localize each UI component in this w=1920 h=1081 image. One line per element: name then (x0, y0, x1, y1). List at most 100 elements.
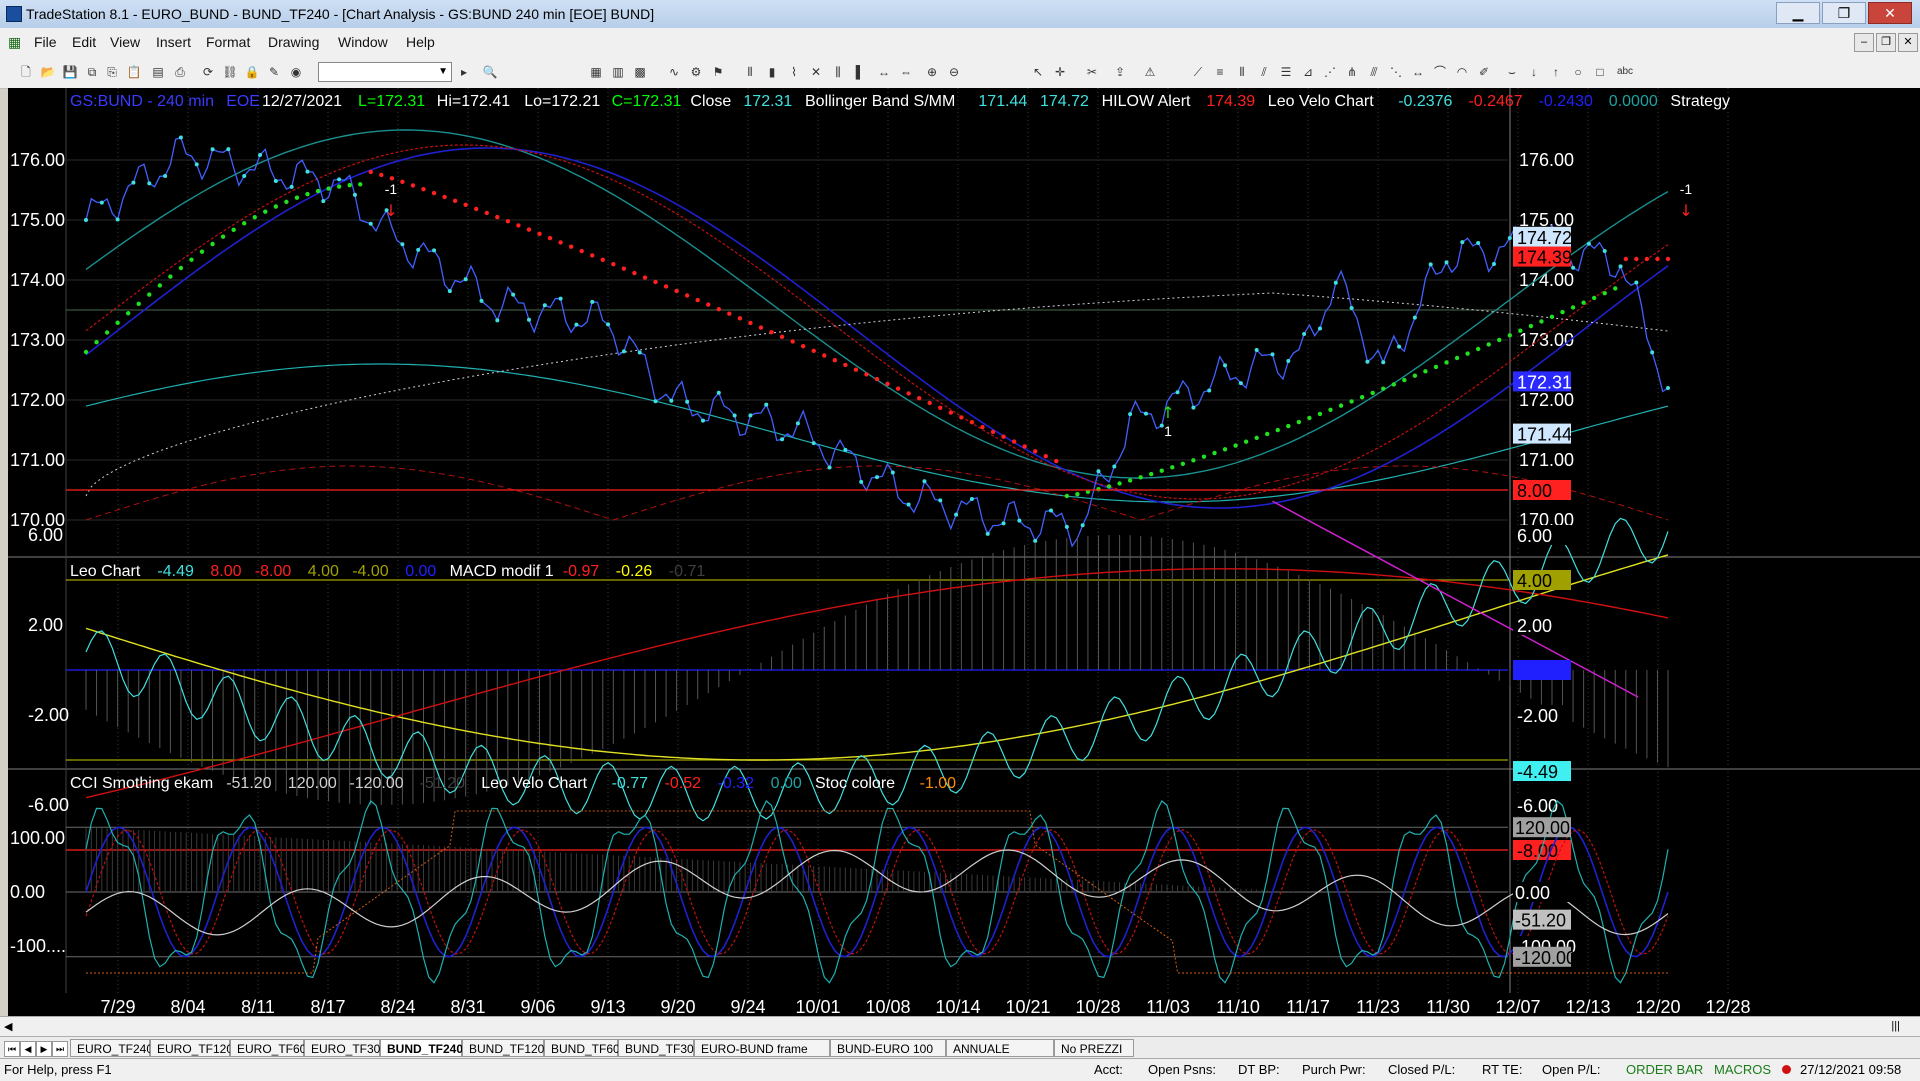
tab-euro-tf240[interactable]: EURO_TF240 (70, 1039, 153, 1057)
compress-icon[interactable]: ↔ (876, 64, 892, 80)
vline-icon[interactable]: ⦀ (1234, 64, 1250, 80)
close-price-dot (526, 317, 531, 322)
fib-icon[interactable]: ☰ (1278, 64, 1294, 80)
tab-euro-tf60[interactable]: EURO_TF60 (230, 1039, 306, 1057)
menu-window[interactable]: Window (338, 34, 388, 50)
arc-icon[interactable]: ◠ (1454, 64, 1470, 80)
ellipse-icon[interactable]: ○ (1570, 64, 1586, 80)
expand-icon[interactable]: ⇔ (898, 64, 914, 80)
point-figure-icon[interactable]: ✕ (808, 64, 824, 80)
paste-icon[interactable]: 📋 (126, 64, 142, 80)
range-icon[interactable]: ↔ (1410, 64, 1426, 80)
tab-prev-icon[interactable]: ◀ (20, 1041, 36, 1057)
lock-icon[interactable]: 🔒 (244, 64, 260, 80)
chart-canvas[interactable]: 7/29 8/04 8/11 8/17 8/24 8/31 9/06 9/13 9/20 9/24… (8, 88, 1920, 1016)
andrews-icon[interactable]: ⋔ (1344, 64, 1360, 80)
tab-euro-bund-frame-bassi[interactable]: EURO-BUND frame bassi (694, 1039, 830, 1074)
format-icon[interactable]: ⚑ (710, 64, 726, 80)
tab-euro-tf120[interactable]: EURO_TF120 (150, 1039, 233, 1057)
refresh-icon[interactable]: ⟳ (200, 64, 216, 80)
price-header-item: Strategy (1670, 93, 1730, 110)
menu-file[interactable]: File (34, 34, 57, 50)
matrix-icon[interactable]: ▩ (632, 64, 648, 80)
zoom-in-icon[interactable]: ⊕ (924, 64, 940, 80)
new-window-icon[interactable]: ⧉ (84, 64, 100, 80)
save-icon[interactable]: 💾 (62, 64, 78, 80)
chart-analysis-icon[interactable]: ▦ (588, 64, 604, 80)
tab-bund-tf240[interactable]: BUND_TF240 (380, 1039, 463, 1057)
symbol-lookup-icon[interactable]: 🔍 (482, 64, 498, 80)
pointer-icon[interactable]: ↖ (1030, 64, 1046, 80)
tab-no-prezzi-2[interactable]: No PREZZI 2 (1054, 1039, 1134, 1074)
hilow-alert-dot (1286, 423, 1291, 429)
print-preview-icon[interactable]: ▤ (150, 64, 166, 80)
rectangle-icon[interactable]: □ (1592, 64, 1608, 80)
cycle-icon[interactable]: ⌒ (1432, 64, 1448, 80)
brush-icon[interactable]: ✎ (266, 64, 282, 80)
crosshair-icon[interactable]: ✛ (1052, 64, 1068, 80)
speed-lines-icon[interactable]: ⋰ (1322, 64, 1338, 80)
order-bar-button[interactable]: ORDER BAR (1626, 1062, 1703, 1077)
hline-icon[interactable]: ≡ (1212, 64, 1228, 80)
pen-icon[interactable]: ✐ (1476, 64, 1492, 80)
alert-icon[interactable]: ⚠ (1142, 64, 1158, 80)
new-icon[interactable]: 🗋 (18, 64, 34, 80)
curve-icon[interactable]: ⌣ (1504, 64, 1520, 80)
scroll-left-icon[interactable]: ◀ (4, 1020, 12, 1033)
hilow-alert-dot (1201, 454, 1207, 459)
candle-icon[interactable]: ▮ (764, 64, 780, 80)
close-price-dot (432, 248, 437, 253)
text-tool-icon[interactable]: abc (1614, 64, 1636, 80)
mdi-minimize-button[interactable]: – (1854, 33, 1874, 52)
macros-button[interactable]: MACROS (1714, 1062, 1771, 1077)
mdi-close-button[interactable]: ✕ (1898, 33, 1918, 52)
tab-euro-tf30[interactable]: EURO_TF30 (304, 1039, 380, 1057)
mdi-restore-button[interactable]: ❐ (1876, 33, 1896, 52)
zoom-out-icon[interactable]: ⊖ (946, 64, 962, 80)
radar-icon[interactable]: ▥ (610, 64, 626, 80)
print-icon[interactable]: ⎙ (172, 64, 188, 80)
tab-next-icon[interactable]: ▶ (36, 1041, 52, 1057)
scroll-thumb-icon[interactable]: ||| (1891, 1020, 1900, 1032)
channel-icon[interactable]: ⫽ (1256, 64, 1272, 80)
copy-icon[interactable]: ⎘ (104, 64, 120, 80)
menu-format[interactable]: Format (206, 34, 250, 50)
open-icon[interactable]: 📂 (40, 64, 56, 80)
restore-button[interactable]: ❐ (1822, 2, 1866, 24)
tab-bund-tf60[interactable]: BUND_TF60 (544, 1039, 620, 1057)
menu-edit[interactable]: Edit (72, 34, 96, 50)
indicator-icon[interactable]: ∿ (666, 64, 682, 80)
menu-insert[interactable]: Insert (156, 34, 191, 50)
up-arrow-icon[interactable]: ↑ (1548, 64, 1564, 80)
chart-analysis-window[interactable]: 7/29 8/04 8/11 8/17 8/24 8/31 9/06 9/13 9/20 9/24… (8, 88, 1920, 1016)
bars-icon[interactable]: ⫼ (830, 64, 846, 80)
horizontal-scrollbar[interactable]: ◀ ||| (0, 1016, 1920, 1037)
close-button[interactable]: ✕ (1868, 2, 1912, 24)
minimize-button[interactable]: ▁ (1776, 2, 1820, 24)
menu-help[interactable]: Help (406, 34, 435, 50)
tab-bund-euro-100-gg[interactable]: BUND-EURO 100 gg (830, 1039, 946, 1074)
hilow-alert-dot (621, 266, 627, 271)
symbol-dropdown[interactable]: ▼ (318, 62, 452, 82)
link-icon[interactable]: ⛓ (222, 64, 238, 80)
strategy-icon[interactable]: ⚙ (688, 64, 704, 80)
tab-last-icon[interactable]: ⏭ (52, 1041, 68, 1057)
tab-annuale-monetari[interactable]: ANNUALE Monetari (946, 1039, 1054, 1074)
down-arrow-icon[interactable]: ↓ (1526, 64, 1542, 80)
volume-icon[interactable]: ▌ (852, 64, 868, 80)
tab-bund-tf120[interactable]: BUND_TF120 (462, 1039, 544, 1057)
arrow-right-icon[interactable]: ▸ (456, 64, 472, 80)
regression-icon[interactable]: ⫻ (1366, 64, 1382, 80)
palette-icon[interactable]: ◉ (288, 64, 304, 80)
tools-icon[interactable]: ✂ (1084, 64, 1100, 80)
trendline-icon[interactable]: ⟋ (1190, 64, 1206, 80)
fan-icon[interactable]: ⋱ (1388, 64, 1404, 80)
menu-view[interactable]: View (110, 34, 140, 50)
export-icon[interactable]: ⇪ (1112, 64, 1128, 80)
line-chart-icon[interactable]: ⌇ (786, 64, 802, 80)
tab-bund-tf30[interactable]: BUND_TF30 (618, 1039, 694, 1057)
tab-first-icon[interactable]: ⏮ (4, 1041, 20, 1057)
menu-drawing[interactable]: Drawing (268, 34, 319, 50)
bar-chart-icon[interactable]: ⫴ (742, 64, 758, 80)
gann-icon[interactable]: ⊿ (1300, 64, 1316, 80)
